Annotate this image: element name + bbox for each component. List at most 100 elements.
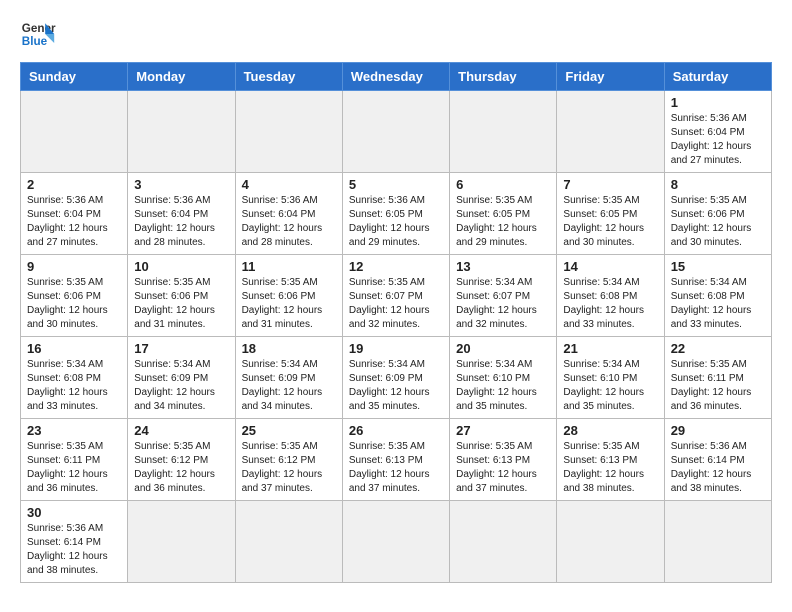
calendar-cell <box>664 501 771 583</box>
day-info: Sunrise: 5:36 AM Sunset: 6:05 PM Dayligh… <box>349 194 443 250</box>
header-monday: Monday <box>128 63 235 91</box>
day-info: Sunrise: 5:35 AM Sunset: 6:11 PM Dayligh… <box>27 440 121 496</box>
day-number: 1 <box>671 95 765 110</box>
calendar-cell: 13 Sunrise: 5:34 AM Sunset: 6:07 PM Dayli… <box>450 255 557 337</box>
calendar-cell <box>235 501 342 583</box>
svg-text:Blue: Blue <box>22 35 48 48</box>
day-info: Sunrise: 5:34 AM Sunset: 6:09 PM Dayligh… <box>242 358 336 414</box>
calendar-cell <box>450 501 557 583</box>
calendar-cell: 14 Sunrise: 5:34 AM Sunset: 6:08 PM Dayli… <box>557 255 664 337</box>
logo-icon: General Blue <box>20 16 56 52</box>
day-number: 5 <box>349 177 443 192</box>
day-number: 27 <box>456 423 550 438</box>
calendar-cell <box>557 501 664 583</box>
day-info: Sunrise: 5:34 AM Sunset: 6:08 PM Dayligh… <box>671 276 765 332</box>
day-info: Sunrise: 5:35 AM Sunset: 6:11 PM Dayligh… <box>671 358 765 414</box>
day-number: 21 <box>563 341 657 356</box>
calendar-cell: 5 Sunrise: 5:36 AM Sunset: 6:05 PM Daylig… <box>342 173 449 255</box>
calendar-cell <box>557 91 664 173</box>
calendar-week-row: 1 Sunrise: 5:36 AM Sunset: 6:04 PM Daylig… <box>21 91 772 173</box>
day-number: 26 <box>349 423 443 438</box>
calendar-cell: 20 Sunrise: 5:34 AM Sunset: 6:10 PM Dayli… <box>450 337 557 419</box>
day-number: 25 <box>242 423 336 438</box>
calendar-cell <box>21 91 128 173</box>
day-number: 11 <box>242 259 336 274</box>
calendar-cell: 2Sunrise: 5:36 AM Sunset: 6:04 PM Daylig… <box>21 173 128 255</box>
day-info: Sunrise: 5:34 AM Sunset: 6:10 PM Dayligh… <box>563 358 657 414</box>
header: General Blue <box>20 16 772 52</box>
calendar-cell <box>128 501 235 583</box>
day-number: 28 <box>563 423 657 438</box>
calendar-week-row: 2Sunrise: 5:36 AM Sunset: 6:04 PM Daylig… <box>21 173 772 255</box>
day-info: Sunrise: 5:36 AM Sunset: 6:14 PM Dayligh… <box>671 440 765 496</box>
calendar-cell: 22 Sunrise: 5:35 AM Sunset: 6:11 PM Dayli… <box>664 337 771 419</box>
calendar-cell: 1 Sunrise: 5:36 AM Sunset: 6:04 PM Daylig… <box>664 91 771 173</box>
calendar-cell: 16Sunrise: 5:34 AM Sunset: 6:08 PM Dayli… <box>21 337 128 419</box>
calendar-cell <box>450 91 557 173</box>
calendar-cell: 30 Sunrise: 5:36 AM Sunset: 6:14 PM Dayli… <box>21 501 128 583</box>
day-number: 14 <box>563 259 657 274</box>
day-info: Sunrise: 5:34 AM Sunset: 6:07 PM Dayligh… <box>456 276 550 332</box>
day-number: 15 <box>671 259 765 274</box>
day-number: 30 <box>27 505 121 520</box>
day-info: Sunrise: 5:34 AM Sunset: 6:09 PM Dayligh… <box>134 358 228 414</box>
day-number: 16 <box>27 341 121 356</box>
day-number: 7 <box>563 177 657 192</box>
day-info: Sunrise: 5:35 AM Sunset: 6:05 PM Dayligh… <box>563 194 657 250</box>
day-number: 20 <box>456 341 550 356</box>
day-info: Sunrise: 5:35 AM Sunset: 6:05 PM Dayligh… <box>456 194 550 250</box>
day-info: Sunrise: 5:35 AM Sunset: 6:06 PM Dayligh… <box>134 276 228 332</box>
calendar-cell: 10 Sunrise: 5:35 AM Sunset: 6:06 PM Dayli… <box>128 255 235 337</box>
day-info: Sunrise: 5:35 AM Sunset: 6:13 PM Dayligh… <box>456 440 550 496</box>
calendar-cell: 11Sunrise: 5:35 AM Sunset: 6:06 PM Dayli… <box>235 255 342 337</box>
day-number: 13 <box>456 259 550 274</box>
day-info: Sunrise: 5:35 AM Sunset: 6:06 PM Dayligh… <box>671 194 765 250</box>
day-number: 19 <box>349 341 443 356</box>
calendar-cell: 24Sunrise: 5:35 AM Sunset: 6:12 PM Dayli… <box>128 419 235 501</box>
calendar-cell: 28Sunrise: 5:35 AM Sunset: 6:13 PM Dayli… <box>557 419 664 501</box>
header-friday: Friday <box>557 63 664 91</box>
day-number: 10 <box>134 259 228 274</box>
calendar-header-row: SundayMondayTuesdayWednesdayThursdayFrid… <box>21 63 772 91</box>
day-number: 3 <box>134 177 228 192</box>
day-info: Sunrise: 5:34 AM Sunset: 6:08 PM Dayligh… <box>563 276 657 332</box>
calendar-week-row: 23 Sunrise: 5:35 AM Sunset: 6:11 PM Dayli… <box>21 419 772 501</box>
day-number: 22 <box>671 341 765 356</box>
day-info: Sunrise: 5:36 AM Sunset: 6:14 PM Dayligh… <box>27 522 121 578</box>
day-number: 8 <box>671 177 765 192</box>
calendar-week-row: 30 Sunrise: 5:36 AM Sunset: 6:14 PM Dayli… <box>21 501 772 583</box>
day-info: Sunrise: 5:35 AM Sunset: 6:07 PM Dayligh… <box>349 276 443 332</box>
day-info: Sunrise: 5:34 AM Sunset: 6:09 PM Dayligh… <box>349 358 443 414</box>
day-info: Sunrise: 5:35 AM Sunset: 6:06 PM Dayligh… <box>27 276 121 332</box>
day-number: 23 <box>27 423 121 438</box>
calendar-cell: 4Sunrise: 5:36 AM Sunset: 6:04 PM Daylig… <box>235 173 342 255</box>
day-info: Sunrise: 5:36 AM Sunset: 6:04 PM Dayligh… <box>671 112 765 168</box>
day-number: 9 <box>27 259 121 274</box>
header-thursday: Thursday <box>450 63 557 91</box>
calendar-cell: 27 Sunrise: 5:35 AM Sunset: 6:13 PM Dayli… <box>450 419 557 501</box>
calendar-week-row: 16Sunrise: 5:34 AM Sunset: 6:08 PM Dayli… <box>21 337 772 419</box>
calendar-cell <box>342 501 449 583</box>
calendar-cell: 29 Sunrise: 5:36 AM Sunset: 6:14 PM Dayli… <box>664 419 771 501</box>
calendar-cell <box>128 91 235 173</box>
header-saturday: Saturday <box>664 63 771 91</box>
header-sunday: Sunday <box>21 63 128 91</box>
header-wednesday: Wednesday <box>342 63 449 91</box>
day-info: Sunrise: 5:35 AM Sunset: 6:12 PM Dayligh… <box>242 440 336 496</box>
logo: General Blue <box>20 16 56 52</box>
calendar-cell: 12Sunrise: 5:35 AM Sunset: 6:07 PM Dayli… <box>342 255 449 337</box>
day-info: Sunrise: 5:36 AM Sunset: 6:04 PM Dayligh… <box>134 194 228 250</box>
calendar-cell: 23 Sunrise: 5:35 AM Sunset: 6:11 PM Dayli… <box>21 419 128 501</box>
calendar-cell: 15 Sunrise: 5:34 AM Sunset: 6:08 PM Dayli… <box>664 255 771 337</box>
day-info: Sunrise: 5:34 AM Sunset: 6:10 PM Dayligh… <box>456 358 550 414</box>
calendar-cell <box>342 91 449 173</box>
calendar-cell <box>235 91 342 173</box>
calendar-cell: 19 Sunrise: 5:34 AM Sunset: 6:09 PM Dayli… <box>342 337 449 419</box>
calendar-cell: 6Sunrise: 5:35 AM Sunset: 6:05 PM Daylig… <box>450 173 557 255</box>
calendar-cell: 21 Sunrise: 5:34 AM Sunset: 6:10 PM Dayli… <box>557 337 664 419</box>
calendar-week-row: 9 Sunrise: 5:35 AM Sunset: 6:06 PM Daylig… <box>21 255 772 337</box>
day-number: 29 <box>671 423 765 438</box>
calendar-cell: 17 Sunrise: 5:34 AM Sunset: 6:09 PM Dayli… <box>128 337 235 419</box>
day-info: Sunrise: 5:35 AM Sunset: 6:12 PM Dayligh… <box>134 440 228 496</box>
day-number: 17 <box>134 341 228 356</box>
